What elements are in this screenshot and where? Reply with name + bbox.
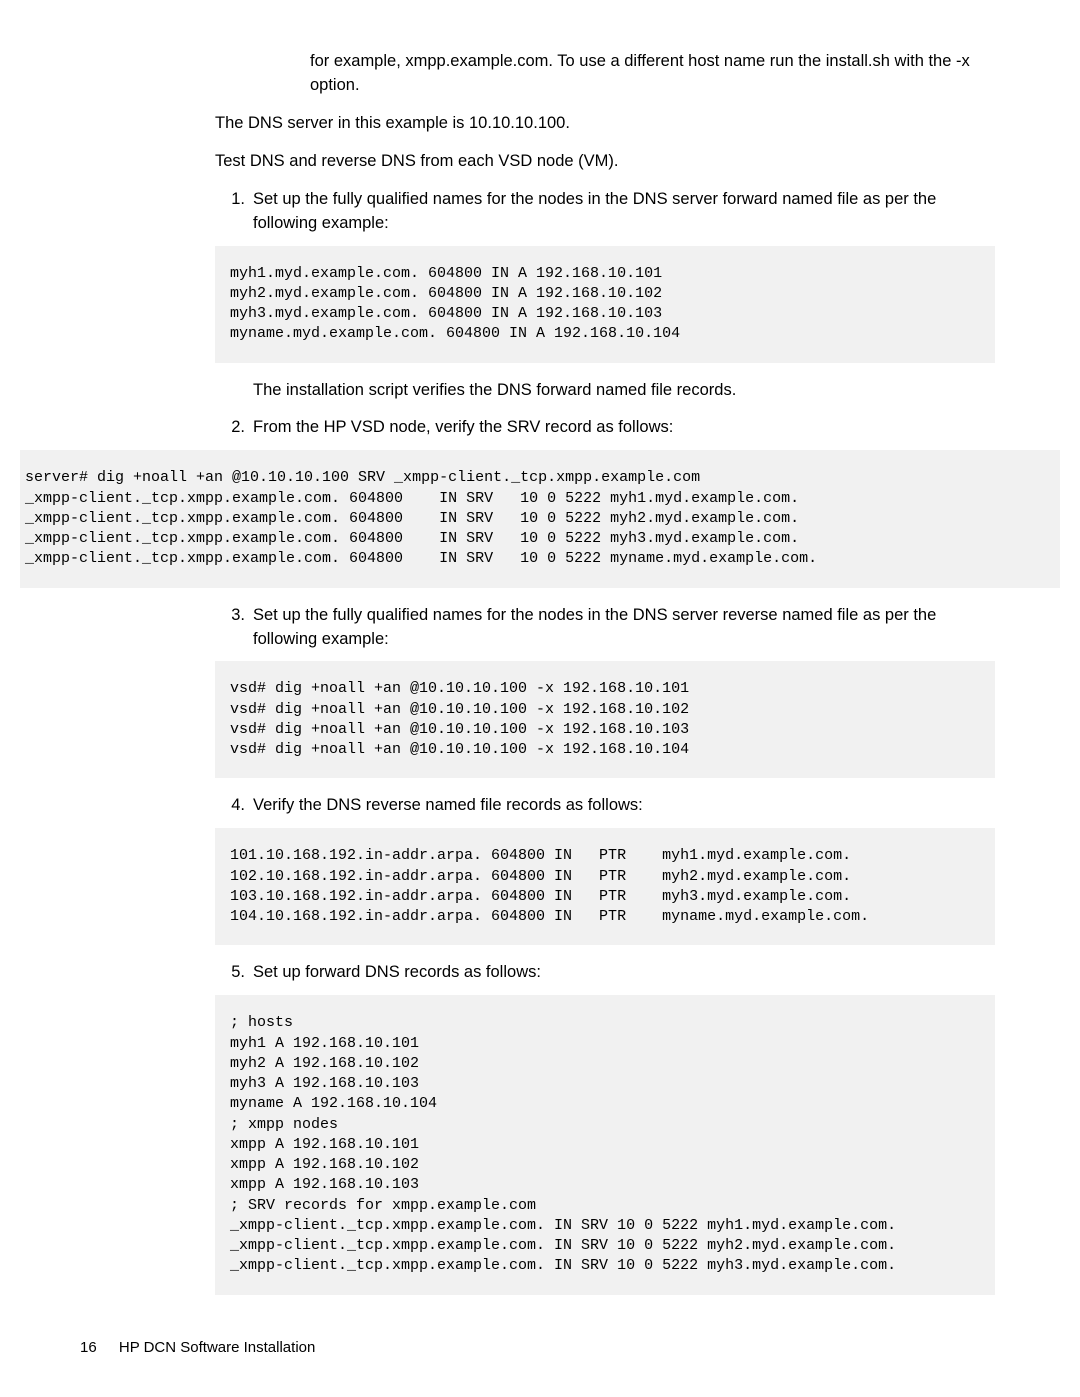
code-block-srv-verify: server# dig +noall +an @10.10.10.100 SRV… [20, 450, 1060, 587]
document-page: for example, xmpp.example.com. To use a … [0, 0, 1080, 1397]
code-block-forward-named: myh1.myd.example.com. 604800 IN A 192.16… [215, 246, 995, 363]
footer-title: HP DCN Software Installation [119, 1339, 315, 1356]
test-dns-note: Test DNS and reverse DNS from each VSD n… [215, 150, 995, 174]
step-2: 2. From the HP VSD node, verify the SRV … [215, 416, 995, 440]
step-text: Set up forward DNS records as follows: [253, 961, 995, 985]
step-number: 5. [215, 961, 253, 985]
step-number: 2. [215, 416, 253, 440]
step-text: From the HP VSD node, verify the SRV rec… [253, 416, 995, 440]
page-footer: 16 HP DCN Software Installation [80, 1337, 315, 1359]
step-number: 1. [215, 188, 253, 236]
step-4: 4. Verify the DNS reverse named file rec… [215, 794, 995, 818]
code-block-reverse-records: 101.10.168.192.in-addr.arpa. 604800 IN P… [215, 828, 995, 945]
dns-server-note: The DNS server in this example is 10.10.… [215, 112, 995, 136]
step-text: Verify the DNS reverse named file record… [253, 794, 995, 818]
code-block-forward-records: ; hosts myh1 A 192.168.10.101 myh2 A 192… [215, 995, 995, 1294]
code-block-reverse-dig: vsd# dig +noall +an @10.10.10.100 -x 192… [215, 661, 995, 778]
intro-note: for example, xmpp.example.com. To use a … [310, 50, 995, 98]
step-number: 3. [215, 604, 253, 652]
page-number: 16 [80, 1339, 97, 1356]
step-text: Set up the fully qualified names for the… [253, 188, 995, 236]
step-text: Set up the fully qualified names for the… [253, 604, 995, 652]
step-3: 3. Set up the fully qualified names for … [215, 604, 995, 652]
step-1: 1. Set up the fully qualified names for … [215, 188, 995, 236]
step-number: 4. [215, 794, 253, 818]
step-5: 5. Set up forward DNS records as follows… [215, 961, 995, 985]
post-step1-note: The installation script verifies the DNS… [253, 379, 1000, 403]
